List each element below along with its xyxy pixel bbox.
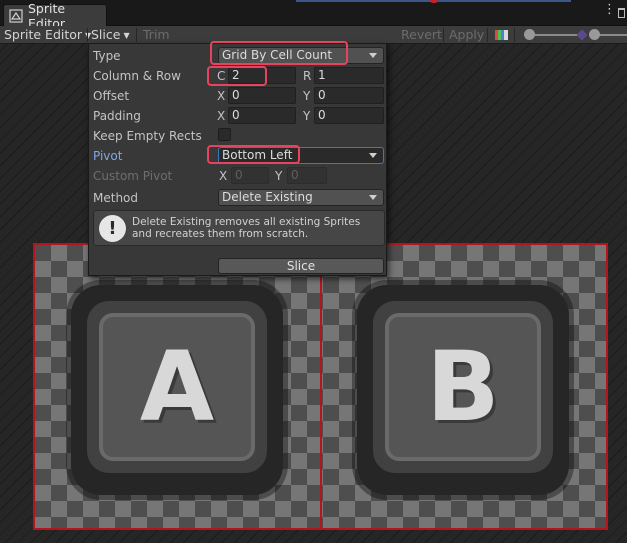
mip-level-icon (577, 30, 587, 40)
offset-y-axis-label: Y (303, 89, 311, 103)
padding-x-axis-label: X (217, 109, 226, 123)
custom-pivot-x-axis-label: X (219, 169, 228, 183)
custom-pivot-label: Custom Pivot (93, 169, 173, 183)
column-row-label: Column & Row (93, 69, 181, 83)
key-bezel: B (373, 301, 553, 473)
custom-pivot-x-field[interactable]: 0 (231, 167, 269, 184)
offset-x-axis-label: X (217, 89, 226, 103)
maximize-icon[interactable] (618, 8, 625, 18)
info-icon: ! (99, 215, 126, 242)
row-count-field[interactable]: 1 (314, 67, 384, 84)
offset-label: Offset (93, 89, 130, 103)
zoom-slider-handle[interactable] (524, 29, 535, 40)
key-letter-b: B (426, 331, 500, 443)
slice-grid-line (320, 245, 322, 528)
sprite-canvas[interactable]: A B (33, 243, 608, 530)
padding-y-axis-label: Y (303, 109, 311, 123)
chevron-down-icon: ▼ (123, 31, 130, 40)
padding-x-field[interactable]: 0 (228, 107, 296, 124)
custom-pivot-y-axis-label: Y (275, 169, 283, 183)
dropdown-arrow-icon (369, 195, 377, 200)
mode-dropdown[interactable]: Sprite Editor ▼ (4, 26, 91, 44)
key-bezel: A (87, 301, 267, 473)
highlight-column-count (207, 66, 267, 86)
padding-label: Padding (93, 109, 141, 123)
slice-label: Slice (91, 27, 121, 42)
mip-slider-handle[interactable] (589, 29, 600, 40)
row-axis-label: R (303, 69, 312, 83)
type-label: Type (93, 49, 121, 63)
kebab-menu-icon[interactable]: ⋮ (603, 3, 616, 16)
toolbar-separator (87, 28, 88, 42)
offset-x-field[interactable]: 0 (228, 87, 296, 104)
method-help-text: Delete Existing removes all existing Spr… (132, 216, 361, 240)
sprite-key-a[interactable]: A (71, 285, 283, 495)
mode-label: Sprite Editor (4, 27, 83, 42)
toolbar-separator (514, 28, 515, 42)
method-label: Method (93, 191, 139, 205)
key-face: B (385, 313, 541, 461)
toolbar-separator (487, 28, 488, 42)
padding-y-field[interactable]: 0 (314, 107, 384, 124)
toolbar-separator (136, 28, 137, 42)
method-help-box: ! Delete Existing removes all existing S… (93, 210, 385, 246)
slice-dropdown-button[interactable]: Slice ▼ (91, 26, 130, 44)
keep-empty-rects-label: Keep Empty Rects (93, 129, 202, 143)
highlight-pivot (207, 145, 300, 164)
slice-button[interactable]: Slice (218, 258, 384, 274)
apply-button[interactable]: Apply (449, 26, 484, 44)
key-face: A (99, 313, 255, 461)
method-value: Delete Existing (222, 190, 313, 204)
sprite-editor-icon (9, 8, 23, 23)
highlight-type (210, 41, 348, 65)
dropdown-arrow-icon (369, 153, 377, 158)
toolbar-separator (443, 28, 444, 42)
pivot-label: Pivot (93, 149, 123, 163)
sprite-key-b[interactable]: B (357, 285, 569, 495)
key-letter-a: A (139, 331, 215, 443)
title-bar: Sprite Editor ⋮ (0, 0, 627, 31)
trim-button[interactable]: Trim (143, 26, 170, 44)
dropdown-arrow-icon (369, 53, 377, 58)
color-channel-icon[interactable] (495, 30, 508, 40)
offset-y-field[interactable]: 0 (314, 87, 384, 104)
window-accent-mark (430, 0, 438, 3)
custom-pivot-y-field[interactable]: 0 (287, 167, 327, 184)
window-tab-sprite-editor[interactable]: Sprite Editor (3, 1, 107, 31)
revert-button[interactable]: Revert (401, 26, 442, 44)
keep-empty-rects-checkbox[interactable] (218, 128, 231, 141)
method-dropdown[interactable]: Delete Existing (218, 189, 384, 206)
